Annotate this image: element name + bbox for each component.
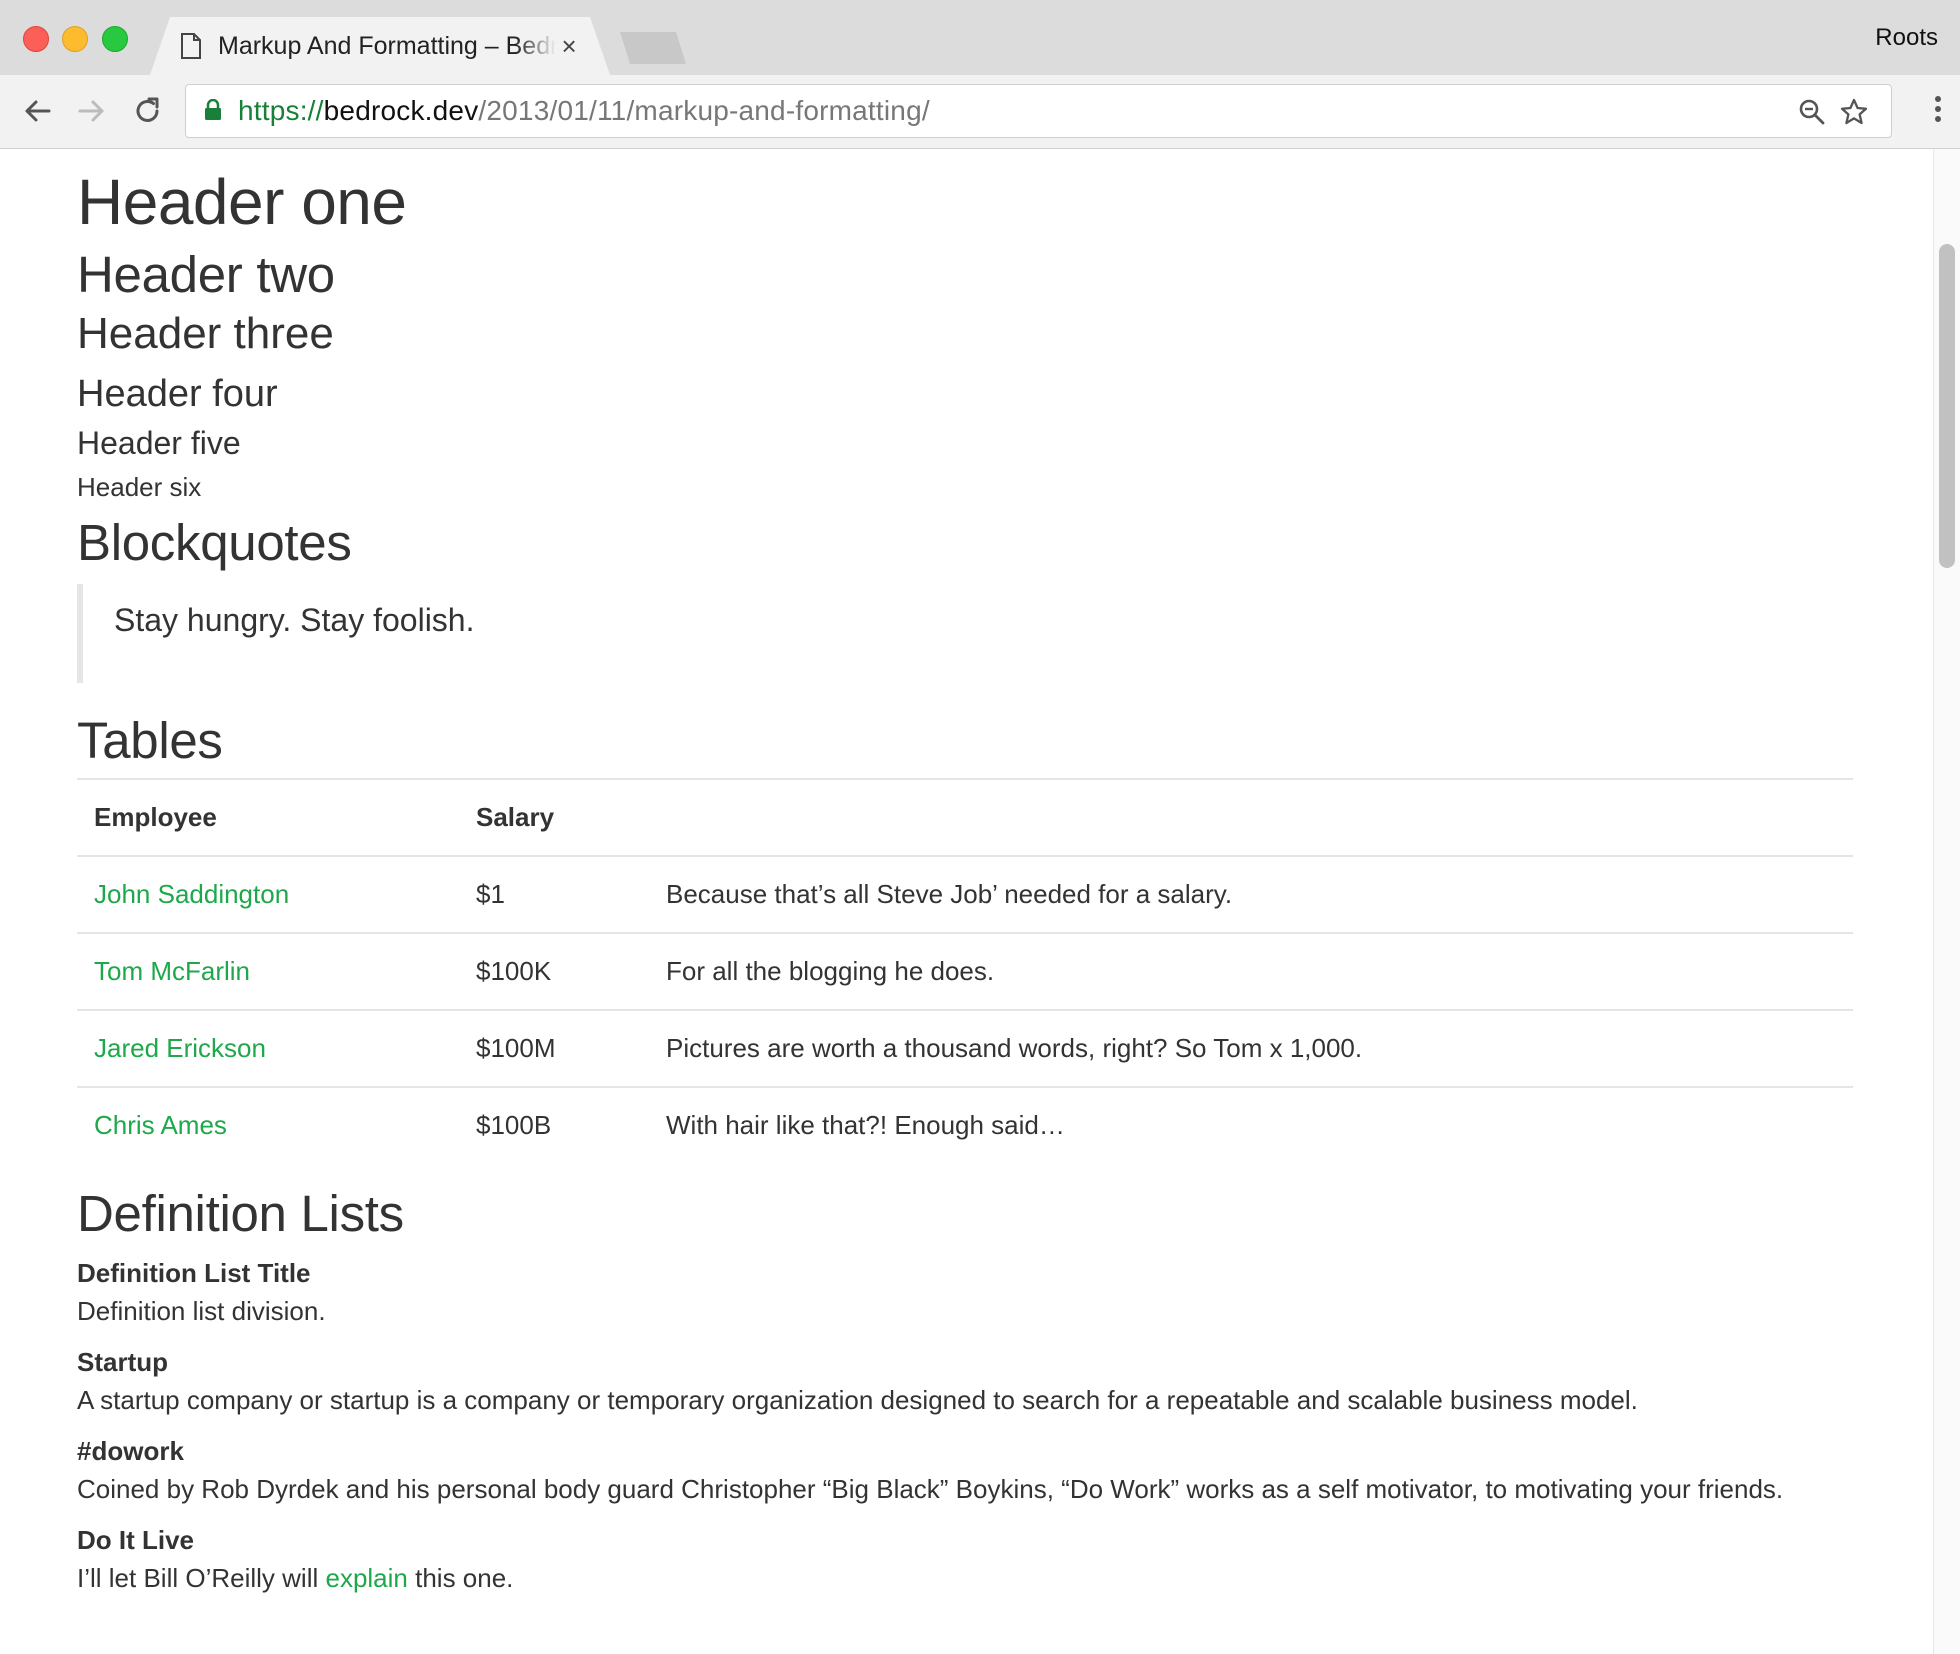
profile-label[interactable]: Roots: [1875, 24, 1938, 52]
blockquote: Stay hungry. Stay foolish.: [77, 584, 1783, 683]
explain-link[interactable]: explain: [325, 1563, 407, 1593]
browser-toolbar: https://bedrock.dev/2013/01/11/markup-an…: [0, 75, 1960, 149]
salary-cell: $100K: [459, 932, 649, 1010]
forward-arrow-icon[interactable]: [72, 91, 112, 131]
note-cell: Because that’s all Steve Job’ needed for…: [649, 855, 1853, 933]
tables-heading: Tables: [77, 712, 223, 769]
definition-term: #dowork: [77, 1436, 184, 1466]
definition-text: I’ll let Bill O’Reilly will: [77, 1563, 326, 1593]
url-scheme: https://: [238, 95, 324, 126]
table-row: John Saddington $1 Because that’s all St…: [77, 855, 1853, 933]
definition-description: Definition list division.: [77, 1296, 326, 1326]
tab-close-icon[interactable]: ×: [558, 31, 580, 62]
minimize-window-button[interactable]: [62, 26, 88, 52]
table-row: Tom McFarlin $100K For all the blogging …: [77, 932, 1853, 1010]
employee-link[interactable]: John Saddington: [94, 879, 289, 909]
back-arrow-icon[interactable]: [17, 91, 57, 131]
close-window-button[interactable]: [23, 26, 49, 52]
reload-icon[interactable]: [128, 91, 168, 131]
zoom-window-button[interactable]: [102, 26, 128, 52]
column-header-salary: Salary: [459, 778, 649, 856]
employee-link[interactable]: Tom McFarlin: [94, 956, 250, 986]
address-bar[interactable]: https://bedrock.dev/2013/01/11/markup-an…: [185, 84, 1892, 138]
table-header-row: Employee Salary: [77, 778, 1853, 856]
page-viewport: Header one Header two Header three Heade…: [0, 149, 1960, 1654]
header-three: Header three: [77, 309, 334, 358]
scrollbar-thumb[interactable]: [1939, 244, 1955, 568]
note-cell: Pictures are worth a thousand words, rig…: [649, 1009, 1853, 1087]
definition-term: Startup: [77, 1347, 168, 1377]
definition-term: Definition List Title: [77, 1258, 311, 1288]
table-row: Jared Erickson $100M Pictures are worth …: [77, 1009, 1853, 1087]
kebab-menu-icon[interactable]: [1932, 93, 1944, 129]
blockquotes-heading: Blockquotes: [77, 514, 352, 571]
blockquote-text: Stay hungry. Stay foolish.: [114, 602, 475, 638]
definition-lists-heading: Definition Lists: [77, 1185, 404, 1242]
tab-title: Markup And Formatting – Bedrock: [218, 31, 557, 60]
salary-cell: $100M: [459, 1009, 649, 1087]
lock-icon[interactable]: [204, 98, 222, 126]
definition-text: this one.: [407, 1563, 514, 1593]
title-bar: Markup And Formatting – Bedrock × Roots: [0, 0, 1960, 75]
url-text[interactable]: https://bedrock.dev/2013/01/11/markup-an…: [238, 95, 930, 127]
definition-term: Do It Live: [77, 1525, 195, 1555]
header-six: Header six: [77, 472, 202, 502]
header-two: Header two: [77, 246, 335, 303]
header-five: Header five: [77, 425, 241, 461]
note-cell: With hair like that?! Enough said…: [649, 1086, 1853, 1163]
url-path: /2013/01/11/markup-and-formatting/: [478, 95, 930, 126]
column-header-employee: Employee: [77, 778, 459, 856]
definition-list: Definition List Title Definition list di…: [77, 1254, 1853, 1610]
url-host: bedrock.dev: [323, 95, 479, 126]
header-four: Header four: [77, 373, 278, 415]
table-row: Chris Ames $100B With hair like that?! E…: [77, 1086, 1853, 1163]
note-cell: For all the blogging he does.: [649, 932, 1853, 1010]
vertical-scrollbar[interactable]: [1933, 149, 1960, 1654]
zoom-icon[interactable]: [1797, 97, 1827, 127]
salary-cell: $100B: [459, 1086, 649, 1163]
star-icon[interactable]: [1839, 97, 1869, 127]
salary-table: Employee Salary John Saddington $1 Becau…: [77, 778, 1853, 1163]
column-header-note: [649, 778, 1853, 856]
definition-description: I’ll let Bill O’Reilly will explain this…: [77, 1559, 1853, 1597]
browser-tab[interactable]: Markup And Formatting – Bedrock ×: [150, 17, 610, 75]
header-one: Header one: [77, 166, 407, 238]
definition-description: Coined by Rob Dyrdek and his personal bo…: [77, 1474, 1784, 1504]
definition-description: A startup company or startup is a compan…: [77, 1385, 1638, 1415]
employee-link[interactable]: Jared Erickson: [94, 1033, 266, 1063]
document-icon: [180, 33, 202, 59]
salary-cell: $1: [459, 855, 649, 933]
new-tab-button[interactable]: [620, 32, 686, 64]
employee-link[interactable]: Chris Ames: [94, 1110, 227, 1140]
